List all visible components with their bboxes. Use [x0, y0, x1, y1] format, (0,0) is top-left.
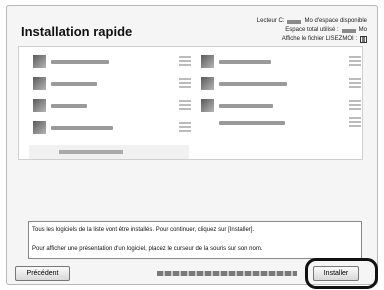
total-space-row: Espace total utilisé : Mo: [257, 26, 367, 35]
page-title: Installation rapide: [21, 24, 133, 39]
size-indicator: [349, 55, 361, 68]
disk-info: Lecteur C: Mo d'espace disponible Espace…: [257, 17, 367, 44]
software-name: [219, 121, 285, 125]
list-item[interactable]: [201, 117, 361, 129]
software-icon: [33, 77, 46, 90]
software-icon: [201, 99, 214, 112]
size-indicator: [179, 55, 191, 68]
software-icon: [201, 55, 214, 68]
software-icon: [201, 77, 214, 90]
readme-label: Affiche le fichier LISEZMOI :: [281, 36, 357, 42]
drive-space-row: Lecteur C: Mo d'espace disponible: [257, 17, 367, 26]
software-name: [51, 125, 113, 130]
size-indicator: [179, 99, 191, 112]
total-space-value: [341, 28, 356, 33]
description-line: Tous les logiciels de la liste vont être…: [32, 227, 255, 233]
software-icon: [33, 55, 46, 68]
software-name: [219, 81, 287, 86]
total-space-suffix: Mo: [358, 27, 367, 33]
list-item[interactable]: [33, 99, 191, 112]
software-list[interactable]: [18, 46, 363, 160]
software-name: [219, 59, 271, 64]
readme-row: Affiche le fichier LISEZMOI :: [257, 35, 367, 44]
drive-space-value: [287, 19, 302, 24]
software-name: [59, 150, 123, 154]
software-icon: [33, 99, 46, 112]
drive-label: Lecteur C:: [256, 18, 285, 24]
software-name: [51, 103, 87, 108]
software-name: [219, 103, 273, 108]
size-indicator: [349, 117, 361, 129]
install-highlight-circle: [305, 258, 378, 289]
size-indicator: [349, 77, 361, 90]
book-icon[interactable]: [360, 36, 367, 43]
list-item[interactable]: [33, 77, 191, 90]
drive-space-suffix: Mo d'espace disponible: [304, 18, 367, 24]
list-item[interactable]: [33, 55, 191, 68]
list-item[interactable]: [201, 55, 361, 68]
list-item[interactable]: [29, 145, 189, 159]
list-item[interactable]: [33, 121, 191, 134]
list-item[interactable]: [201, 99, 361, 112]
software-name: [51, 81, 97, 86]
software-name: [51, 59, 109, 64]
list-item[interactable]: [201, 77, 361, 90]
size-indicator: [349, 99, 361, 112]
total-space-label: Espace total utilisé :: [285, 27, 339, 33]
description-box: Tous les logiciels de la liste vont être…: [28, 221, 362, 259]
size-indicator: [179, 121, 191, 134]
description-line: Pour afficher une présentation d'un logi…: [32, 245, 263, 252]
progress-bar: [157, 271, 297, 276]
software-icon: [33, 121, 46, 134]
previous-button[interactable]: Précédent: [15, 266, 70, 281]
size-indicator: [179, 77, 191, 90]
